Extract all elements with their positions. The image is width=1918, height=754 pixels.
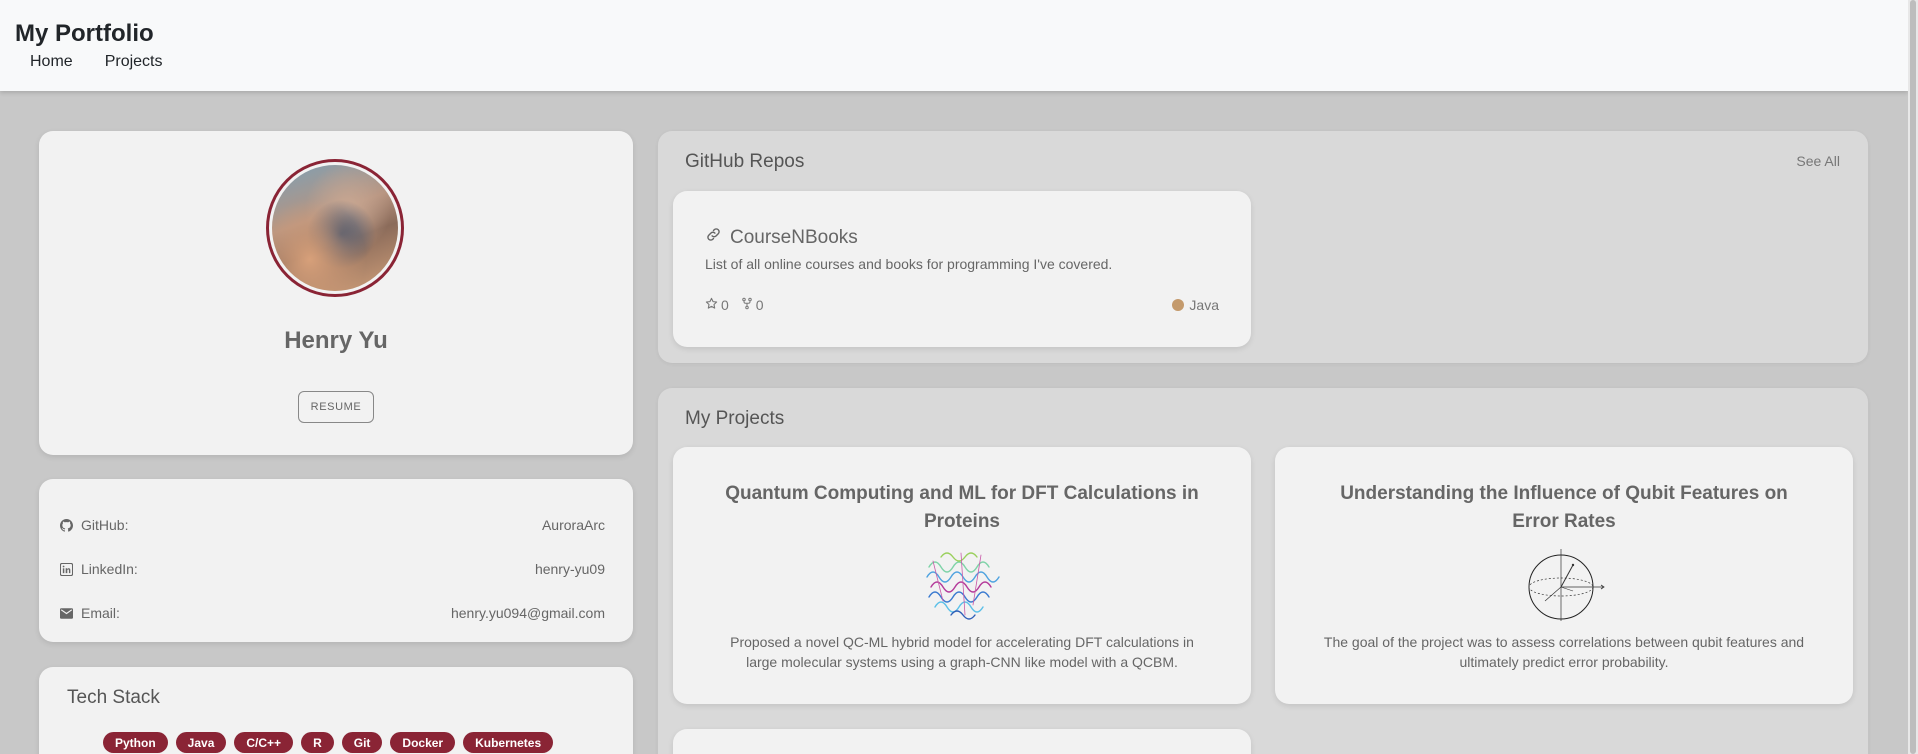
repo-card[interactable]: CourseNBooks List of all online courses …: [673, 191, 1251, 347]
repo-meta: 0 0 Java: [705, 297, 1219, 313]
repo-forks: 0: [741, 297, 764, 313]
contact-label: GitHub:: [81, 517, 129, 533]
top-navbar: My Portfolio Home Projects: [0, 0, 1908, 91]
github-icon: [59, 518, 73, 532]
contact-row-linkedin: LinkedIn: henry-yu09: [59, 559, 605, 579]
github-repos-title: GitHub Repos: [685, 151, 805, 172]
contact-row-github: GitHub: AuroraArc: [59, 515, 605, 535]
repo-description: List of all online courses and books for…: [705, 256, 1113, 272]
repo-stars: 0: [705, 297, 729, 313]
avatar-image: [272, 165, 398, 291]
tech-tag: Docker: [390, 732, 456, 753]
star-icon: [705, 297, 718, 313]
project-description: The goal of the project was to assess co…: [1323, 634, 1805, 670]
mail-icon: [59, 606, 73, 620]
github-repos-panel: GitHub Repos See All CourseNBooks List o…: [658, 131, 1868, 363]
tech-tag: R: [301, 732, 334, 753]
fork-icon: [741, 297, 753, 313]
github-username[interactable]: AuroraArc: [542, 517, 605, 533]
tech-stack-title: Tech Stack: [67, 687, 160, 708]
project-card[interactable]: Quantum Computing and ML for DFT Calcula…: [673, 447, 1251, 704]
bloch-sphere-image: [1523, 547, 1605, 621]
contact-row-email: Email: henry.yu094@gmail.com: [59, 603, 605, 623]
contact-label: LinkedIn:: [81, 561, 138, 577]
repo-name[interactable]: CourseNBooks: [730, 227, 858, 249]
projects-title: My Projects: [685, 408, 785, 429]
project-description: Proposed a novel QC-ML hybrid model for …: [730, 634, 1194, 670]
see-all-link[interactable]: See All: [1796, 153, 1840, 169]
nav-home-link[interactable]: Home: [30, 53, 73, 71]
page-scrollbar[interactable]: [1908, 0, 1918, 754]
project-title[interactable]: Quantum Computing and ML for DFT Calcula…: [713, 480, 1211, 536]
projects-panel: My Projects Quantum Computing and ML for…: [658, 388, 1868, 754]
star-count: 0: [721, 297, 729, 313]
tech-tag: Kubernetes: [463, 732, 554, 753]
language-name: Java: [1189, 297, 1219, 313]
resume-button[interactable]: RESUME: [298, 391, 374, 423]
avatar: [266, 159, 404, 297]
nav-projects-link[interactable]: Projects: [105, 53, 163, 71]
project-title[interactable]: Understanding the Influence of Qubit Fea…: [1315, 480, 1813, 536]
link-icon: [705, 226, 722, 249]
tech-tag: C/C++: [234, 732, 294, 753]
nav-links: Home Projects: [30, 53, 162, 71]
project-card[interactable]: [673, 729, 1251, 754]
tech-tag: Git: [341, 732, 383, 753]
tech-stack-card: Tech Stack Python Java C/C++ R Git Docke…: [39, 667, 633, 754]
tech-tag: Java: [175, 732, 227, 753]
project-card[interactable]: Understanding the Influence of Qubit Fea…: [1275, 447, 1853, 704]
profile-name: Henry Yu: [284, 327, 388, 354]
repo-language: Java: [1172, 297, 1219, 313]
profile-card: Henry Yu RESUME: [39, 131, 633, 455]
email-address[interactable]: henry.yu094@gmail.com: [451, 605, 605, 621]
fork-count: 0: [755, 297, 764, 313]
tech-tag: Python: [103, 732, 168, 753]
language-color-dot: [1172, 299, 1185, 311]
repo-name-row: CourseNBooks: [705, 226, 858, 249]
contact-label: Email:: [81, 605, 120, 621]
protein-structure-image: [921, 547, 1003, 621]
linkedin-username[interactable]: henry-yu09: [535, 561, 605, 577]
contact-card: GitHub: AuroraArc LinkedIn: henry-yu09 E…: [39, 479, 633, 642]
scrollbar-thumb[interactable]: [1910, 0, 1916, 754]
brand-title[interactable]: My Portfolio: [15, 20, 154, 48]
tech-tags: Python Java C/C++ R Git Docker Kubernete…: [103, 732, 554, 753]
linkedin-icon: [59, 562, 73, 576]
